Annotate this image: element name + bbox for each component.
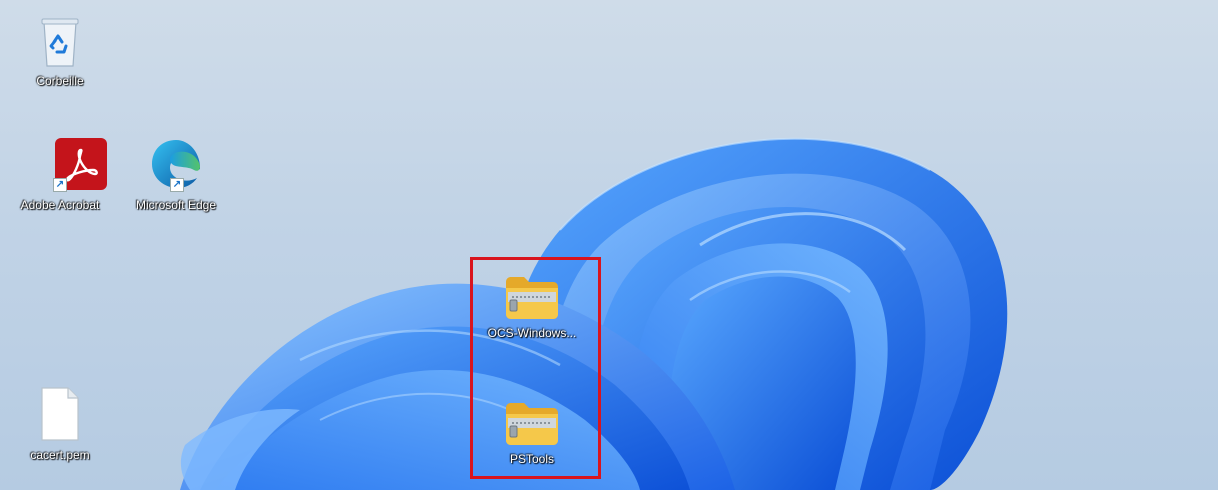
recycle-bin-icon — [32, 12, 88, 68]
microsoft-edge-icon: ↗ — [148, 136, 204, 192]
desktop-icon-label: Microsoft Edge — [135, 198, 217, 212]
shortcut-arrow-icon: ↗ — [53, 178, 67, 192]
highlight-annotation-box — [470, 257, 601, 479]
file-icon — [32, 386, 88, 442]
desktop[interactable]: Corbeille ↗ Adobe Acrobat ↗ Microsoft Ed… — [0, 0, 1218, 490]
desktop-icon-adobe-acrobat[interactable]: ↗ Adobe Acrobat — [10, 136, 110, 212]
shortcut-arrow-icon: ↗ — [170, 178, 184, 192]
desktop-icon-label: Adobe Acrobat — [20, 198, 100, 212]
desktop-icon-microsoft-edge[interactable]: ↗ Microsoft Edge — [126, 136, 226, 212]
desktop-icon-cacert-pem[interactable]: cacert.pem — [10, 386, 110, 462]
desktop-icon-label: Corbeille — [36, 74, 84, 88]
wallpaper-bloom — [180, 137, 1008, 490]
desktop-icon-recycle-bin[interactable]: Corbeille — [10, 12, 110, 88]
desktop-icon-label: cacert.pem — [30, 448, 90, 462]
adobe-acrobat-icon: ↗ — [32, 136, 107, 192]
